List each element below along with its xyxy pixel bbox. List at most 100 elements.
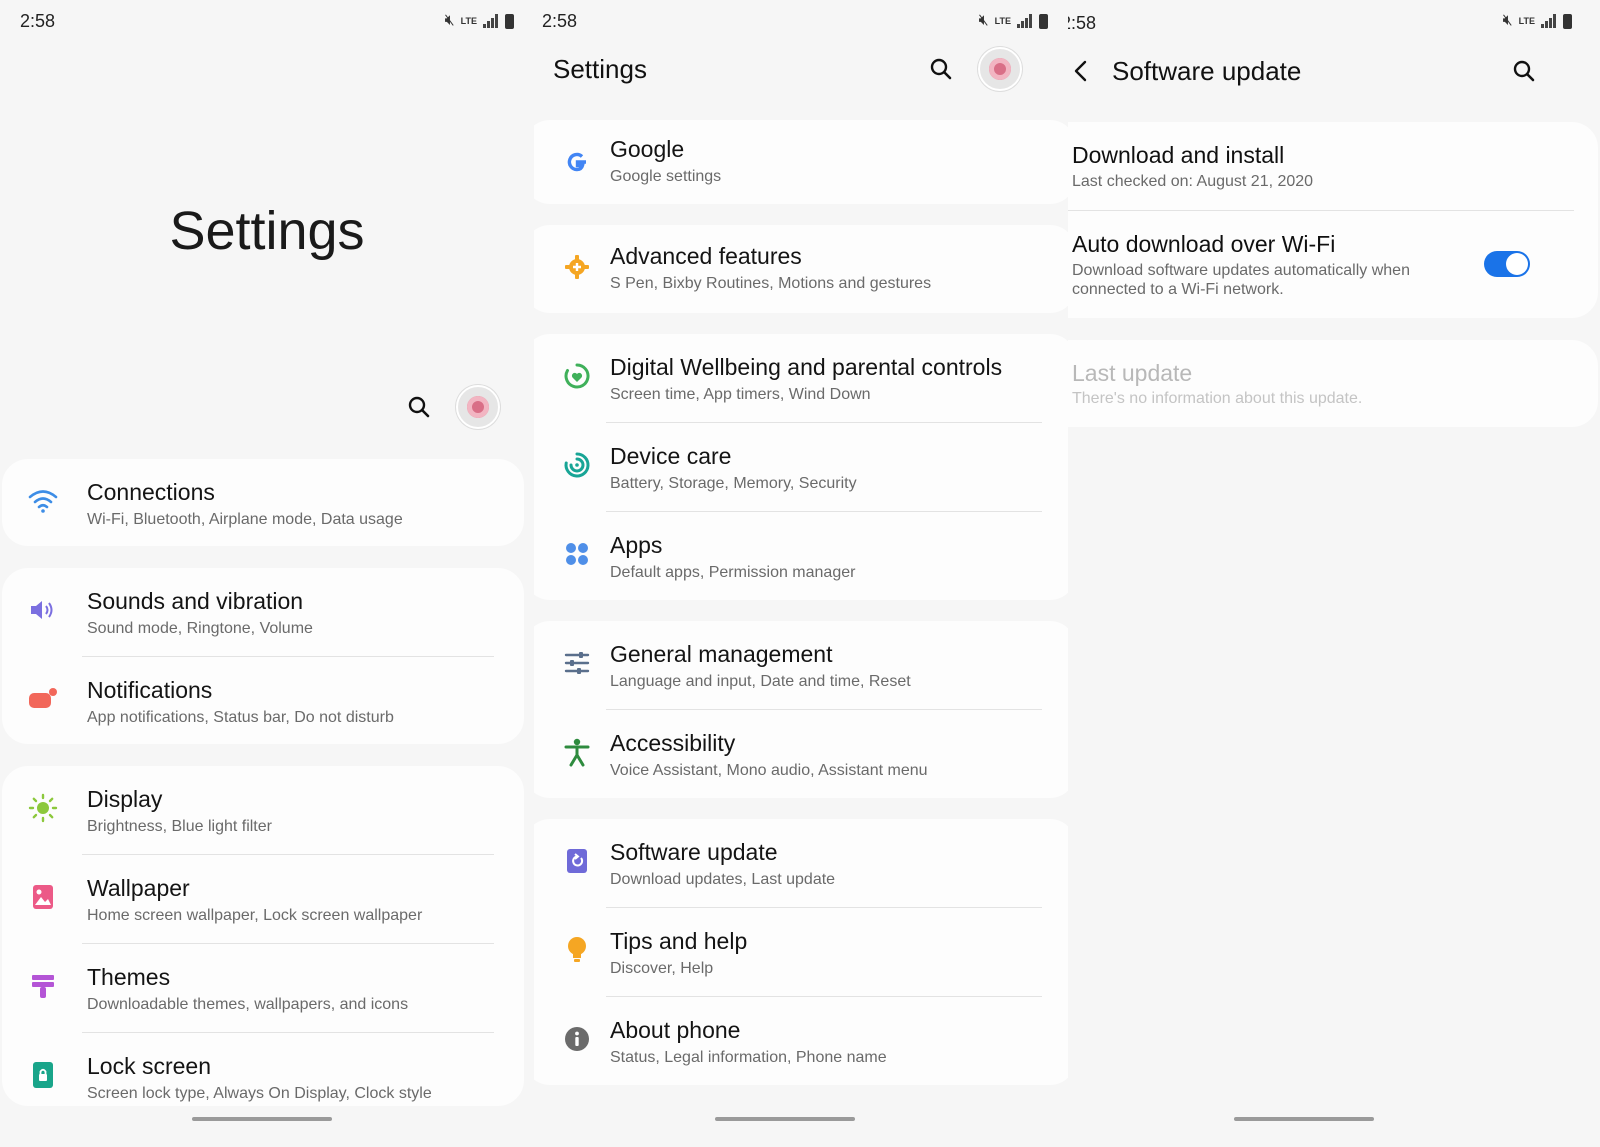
item-subtitle-line1: Download software updates automatically … — [1072, 262, 1410, 279]
brush-icon — [28, 971, 58, 1001]
menu-item-accessibility[interactable]: Accessibility Voice Assistant, Mono audi… — [534, 710, 1068, 799]
auto-download-item[interactable]: Auto download over Wi-Fi Download softwa… — [1068, 211, 1598, 318]
item-title: Connections — [87, 479, 215, 505]
menu-item-device-care[interactable]: Device care Battery, Storage, Memory, Se… — [534, 423, 1068, 512]
menu-item-lock-screen[interactable]: Lock screen Screen lock type, Always On … — [2, 1033, 524, 1122]
info-icon — [562, 1024, 592, 1054]
item-title: Sounds and vibration — [87, 588, 304, 614]
mute-icon: 🔇︎ — [978, 12, 989, 29]
search-button[interactable] — [402, 390, 436, 424]
item-subtitle: Brightness, Blue light filter — [87, 818, 272, 835]
signal-icon — [1541, 14, 1557, 28]
lock-icon — [28, 1060, 58, 1090]
item-subtitle: Google settings — [610, 168, 722, 185]
signal-icon — [483, 14, 499, 28]
status-time: 2:58 — [1068, 13, 1097, 33]
menu-item-wallpaper[interactable]: Wallpaper Home screen wallpaper, Lock sc… — [2, 855, 524, 944]
card-wellbeing: Digital Wellbeing and parental controls … — [534, 334, 1068, 600]
search-button[interactable] — [1507, 54, 1541, 88]
menu-item-google[interactable]: Google Google settings — [534, 120, 1068, 204]
menu-item-digital-wellbeing[interactable]: Digital Wellbeing and parental controls … — [534, 334, 1068, 423]
search-button[interactable] — [924, 52, 958, 86]
home-indicator[interactable] — [192, 1117, 332, 1121]
card-updates: Download and install Last checked on: Au… — [1068, 122, 1598, 318]
battery-icon — [505, 13, 514, 29]
home-indicator[interactable] — [715, 1117, 855, 1121]
sun-icon — [28, 793, 58, 823]
avatar[interactable] — [978, 47, 1022, 91]
battery-icon — [1039, 13, 1048, 29]
item-subtitle: Voice Assistant, Mono audio, Assistant m… — [610, 762, 928, 779]
item-title: Digital Wellbeing and parental controls — [610, 354, 1003, 380]
menu-item-tips-help[interactable]: Tips and help Discover, Help — [534, 908, 1068, 997]
auto-download-toggle[interactable] — [1484, 251, 1530, 277]
software-update-screen: 2:58 🔇︎ LTE Software update Download and… — [1068, 0, 1600, 1147]
item-subtitle: Status, Legal information, Phone name — [610, 1049, 887, 1066]
item-title: Notifications — [87, 677, 213, 703]
mute-icon: 🔇︎ — [1502, 12, 1513, 29]
search-icon — [1513, 60, 1535, 82]
card-connections: Connections Wi-Fi, Bluetooth, Airplane m… — [2, 459, 524, 546]
battery-icon — [1563, 13, 1572, 29]
signal-icon — [1017, 14, 1033, 28]
menu-item-connections[interactable]: Connections Wi-Fi, Bluetooth, Airplane m… — [2, 459, 524, 546]
item-title: Device care — [610, 443, 732, 469]
item-title: Apps — [610, 532, 663, 558]
home-indicator[interactable] — [1234, 1117, 1374, 1121]
page-title: Settings — [169, 201, 365, 261]
menu-item-general-management[interactable]: General management Language and input, D… — [534, 621, 1068, 710]
last-update-item[interactable]: Last update There's no information about… — [1068, 340, 1598, 427]
page-title: Settings — [553, 54, 647, 84]
lightbulb-icon — [562, 935, 592, 965]
card-general: General management Language and input, D… — [534, 621, 1068, 798]
menu-item-display[interactable]: Display Brightness, Blue light filter — [2, 766, 524, 855]
item-title: Lock screen — [87, 1053, 212, 1079]
item-title: Accessibility — [610, 730, 736, 756]
sliders-icon — [562, 648, 592, 678]
item-title: General management — [610, 641, 833, 667]
item-subtitle: Wi-Fi, Bluetooth, Airplane mode, Data us… — [87, 511, 403, 528]
lte-icon: LTE — [1518, 15, 1535, 26]
wifi-icon — [28, 486, 58, 516]
speaker-icon — [28, 595, 58, 625]
menu-item-advanced-features[interactable]: Advanced features S Pen, Bixby Routines,… — [534, 225, 1068, 313]
apps-icon — [562, 539, 592, 569]
toggle-knob — [1506, 253, 1528, 275]
menu-item-sounds[interactable]: Sounds and vibration Sound mode, Rington… — [2, 568, 524, 657]
item-title: Download and install — [1072, 142, 1285, 168]
menu-item-apps[interactable]: Apps Default apps, Permission manager — [534, 512, 1068, 601]
status-bar: 2:58 🔇︎ LTE — [534, 0, 1068, 42]
item-subtitle: Screen time, App timers, Wind Down — [610, 386, 871, 403]
mute-icon: 🔇︎ — [444, 12, 455, 29]
item-subtitle: Sound mode, Ringtone, Volume — [87, 620, 313, 637]
accessibility-icon — [562, 737, 592, 767]
search-icon — [408, 396, 430, 418]
item-title: Software update — [610, 839, 778, 865]
menu-item-themes[interactable]: Themes Downloadable themes, wallpapers, … — [2, 944, 524, 1033]
status-bar: 2:58 🔇︎ LTE — [1068, 0, 1600, 42]
back-button[interactable] — [1068, 54, 1098, 88]
device-care-icon — [562, 450, 592, 480]
lte-icon: LTE — [460, 15, 477, 26]
menu-item-software-update[interactable]: Software update Download updates, Last u… — [534, 819, 1068, 908]
item-title: Themes — [87, 964, 171, 990]
card-advanced: Advanced features S Pen, Bixby Routines,… — [534, 225, 1068, 313]
card-last-update: Last update There's no information about… — [1068, 340, 1598, 427]
item-subtitle: Downloadable themes, wallpapers, and ico… — [87, 996, 409, 1013]
card-google: Google Google settings — [534, 120, 1068, 204]
item-subtitle: There's no information about this update… — [1072, 390, 1363, 407]
menu-item-about-phone[interactable]: About phone Status, Legal information, P… — [534, 997, 1068, 1086]
profile-image — [467, 396, 489, 418]
item-subtitle: Home screen wallpaper, Lock screen wallp… — [87, 907, 423, 924]
item-subtitle: Default apps, Permission manager — [610, 564, 856, 581]
item-title: Auto download over Wi-Fi — [1072, 231, 1336, 257]
avatar[interactable] — [456, 385, 500, 429]
item-title: Last update — [1072, 360, 1193, 386]
google-icon — [562, 147, 592, 177]
menu-item-notifications[interactable]: Notifications App notifications, Status … — [2, 657, 524, 746]
download-install-item[interactable]: Download and install Last checked on: Au… — [1068, 122, 1598, 211]
card-display: Display Brightness, Blue light filter Wa… — [2, 766, 524, 1106]
item-subtitle: Download updates, Last update — [610, 871, 836, 888]
item-subtitle: Language and input, Date and time, Reset — [610, 673, 911, 690]
wellbeing-icon — [562, 361, 592, 391]
